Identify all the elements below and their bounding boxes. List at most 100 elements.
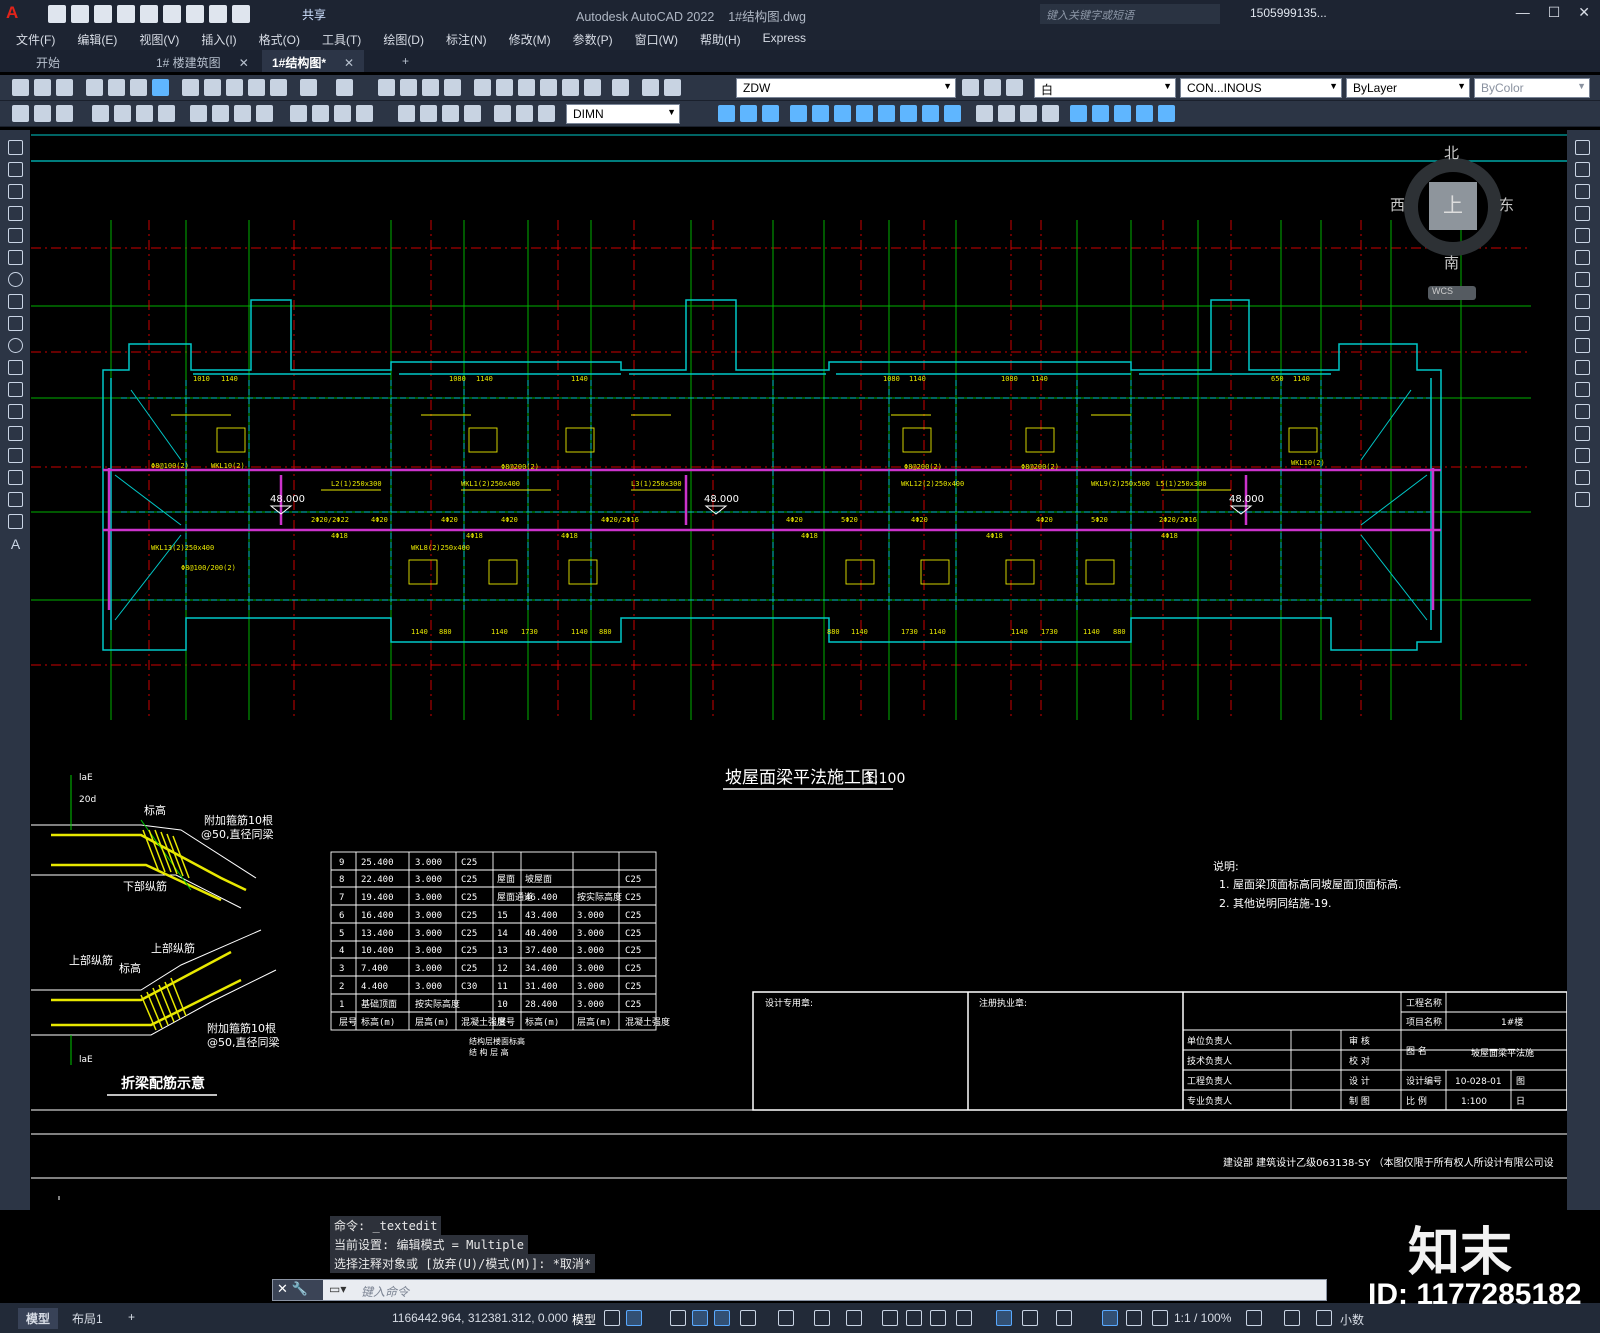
menu-dimension[interactable]: 标注(N) <box>446 28 497 50</box>
calculator-icon[interactable] <box>584 79 601 96</box>
circle-icon[interactable] <box>8 272 23 287</box>
publish-icon[interactable] <box>130 79 147 96</box>
cut-icon[interactable] <box>182 79 199 96</box>
dim-text-edit-icon[interactable] <box>464 105 481 122</box>
isodraft-icon[interactable] <box>714 1310 730 1326</box>
menu-edit[interactable]: 编辑(E) <box>77 28 127 50</box>
dim-style-icon[interactable] <box>516 105 533 122</box>
ellipse-icon[interactable] <box>8 338 23 353</box>
menu-express[interactable]: Express <box>763 28 816 50</box>
dynamic-ucs-icon[interactable] <box>846 1310 862 1326</box>
customize-icon[interactable]: 🔧 <box>292 1281 308 1296</box>
print-icon[interactable] <box>186 5 204 23</box>
save-icon[interactable] <box>94 5 112 23</box>
render-icon[interactable] <box>998 105 1015 122</box>
viewcube-east[interactable]: 东 <box>1499 194 1514 215</box>
dimstyle-dropdown[interactable]: DIMN ▼ <box>566 104 680 124</box>
layer-properties-icon[interactable] <box>642 79 659 96</box>
explode-icon[interactable] <box>1575 492 1590 507</box>
annotation-visibility-icon[interactable] <box>1102 1310 1118 1326</box>
3d-osnap-icon[interactable] <box>956 1310 972 1326</box>
add-layout-button[interactable]: + <box>120 1308 143 1326</box>
object-snap-tracking-icon[interactable] <box>740 1310 756 1326</box>
zoom-realtime-icon[interactable] <box>400 79 417 96</box>
interfere-icon[interactable] <box>944 105 961 122</box>
plot-icon[interactable] <box>86 79 103 96</box>
polar-icon[interactable] <box>692 1310 708 1326</box>
center-mark-icon[interactable] <box>356 105 373 122</box>
chamfer-icon[interactable] <box>1575 426 1590 441</box>
rectangle-icon[interactable] <box>8 228 23 243</box>
menu-tools[interactable]: 工具(T) <box>322 28 371 50</box>
workspace-gear-icon[interactable] <box>1246 1310 1262 1326</box>
region-icon[interactable] <box>8 492 23 507</box>
break-dim-icon[interactable] <box>312 105 329 122</box>
stretch-icon[interactable] <box>1575 316 1590 331</box>
extrude-icon[interactable] <box>790 105 807 122</box>
maximize-icon[interactable]: ☐ <box>1548 4 1561 21</box>
linear-dim-icon[interactable] <box>12 105 29 122</box>
array-icon[interactable] <box>1575 228 1590 243</box>
save-icon[interactable] <box>56 79 73 96</box>
visual-style-icon[interactable] <box>976 105 993 122</box>
model-space-button[interactable]: 模型 <box>572 1311 596 1328</box>
subtract-icon[interactable] <box>762 105 779 122</box>
mtext-icon[interactable]: A <box>8 536 23 552</box>
annotation-scale[interactable]: 1:1 / 100% <box>1174 1311 1231 1325</box>
dynamic-input-icon[interactable] <box>996 1310 1012 1326</box>
layer-on-icon[interactable] <box>664 79 681 96</box>
spline-icon[interactable] <box>8 316 23 331</box>
block-editor-icon[interactable] <box>270 79 287 96</box>
materials-icon[interactable] <box>1020 105 1037 122</box>
polygon-icon[interactable] <box>8 206 23 221</box>
3d-icon[interactable] <box>152 79 169 96</box>
inspect-icon[interactable] <box>398 105 415 122</box>
menu-modify[interactable]: 修改(M) <box>509 28 561 50</box>
copy-object-icon[interactable] <box>1575 162 1590 177</box>
insert-block-icon[interactable] <box>8 382 23 397</box>
copy-icon[interactable] <box>204 79 221 96</box>
wcs-menu[interactable]: WCS <box>1428 286 1476 300</box>
baseline-dim-icon[interactable] <box>234 105 251 122</box>
blend-icon[interactable] <box>1575 470 1590 485</box>
menu-view[interactable]: 视图(V) <box>139 28 189 50</box>
auto-scale-icon[interactable] <box>1126 1310 1142 1326</box>
pan-icon[interactable] <box>378 79 395 96</box>
menu-file[interactable]: 文件(F) <box>16 28 65 50</box>
units-readout[interactable]: 小数 <box>1340 1311 1364 1328</box>
coordinates-readout[interactable]: 1166442.964, 312381.312, 0.000 <box>392 1311 568 1325</box>
close-tab-icon[interactable]: ✕ <box>344 56 354 70</box>
close-tab-icon[interactable]: ✕ <box>239 56 249 70</box>
revolve-icon[interactable] <box>812 105 829 122</box>
jogged-linear-icon[interactable] <box>420 105 437 122</box>
make-current-layer-icon[interactable] <box>962 79 979 96</box>
zoom-previous-icon[interactable] <box>444 79 461 96</box>
zoom-window-icon[interactable] <box>422 79 439 96</box>
design-center-icon[interactable] <box>496 79 513 96</box>
quick-properties-icon[interactable] <box>1316 1310 1332 1326</box>
polyline-icon[interactable] <box>8 184 23 199</box>
table-icon[interactable] <box>8 514 23 529</box>
paste-icon[interactable] <box>226 79 243 96</box>
viewcube-south[interactable]: 南 <box>1444 252 1459 273</box>
grid-icon[interactable] <box>604 1310 620 1326</box>
tab-architecture[interactable]: 1# 楼建筑图 ✕ <box>146 50 259 72</box>
diameter-dim-icon[interactable] <box>158 105 175 122</box>
make-block-icon[interactable] <box>8 404 23 419</box>
gradient-icon[interactable] <box>8 470 23 485</box>
line-icon[interactable] <box>8 140 23 155</box>
ucs-icon[interactable] <box>1070 105 1087 122</box>
annotation-monitor-icon[interactable] <box>1284 1310 1300 1326</box>
ucs-object-icon[interactable] <box>1136 105 1153 122</box>
redo-icon[interactable] <box>232 5 250 23</box>
erase-icon[interactable] <box>1575 140 1590 155</box>
menu-window[interactable]: 窗口(W) <box>635 28 688 50</box>
save-as-icon[interactable] <box>117 5 135 23</box>
transparency-icon[interactable] <box>906 1310 922 1326</box>
union-icon[interactable] <box>740 105 757 122</box>
move-icon[interactable] <box>1575 250 1590 265</box>
dim-update-icon[interactable] <box>494 105 511 122</box>
tolerance-icon[interactable] <box>334 105 351 122</box>
close-icon[interactable]: ✕ <box>1578 4 1590 21</box>
fillet-icon[interactable] <box>1575 448 1590 463</box>
